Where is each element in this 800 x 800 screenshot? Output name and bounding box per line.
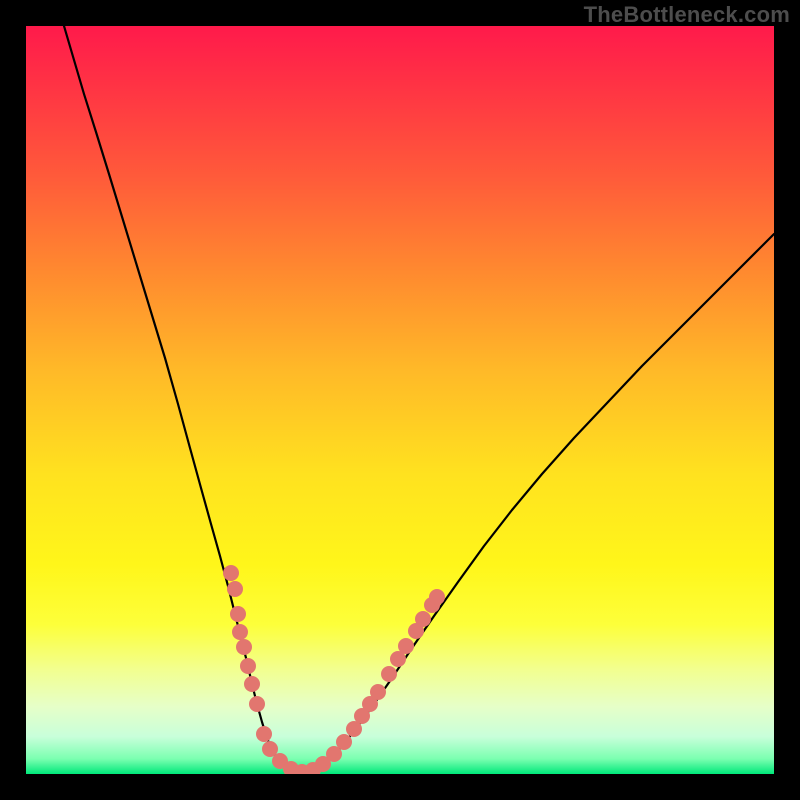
data-marker <box>381 666 397 682</box>
curve-left-branch <box>64 26 302 772</box>
data-marker <box>236 639 252 655</box>
data-marker <box>240 658 256 674</box>
data-marker <box>230 606 246 622</box>
data-marker <box>415 611 431 627</box>
chart-frame: TheBottleneck.com <box>0 0 800 800</box>
watermark-text: TheBottleneck.com <box>584 2 790 28</box>
data-marker <box>256 726 272 742</box>
data-marker <box>227 581 243 597</box>
data-marker <box>370 684 386 700</box>
data-marker <box>232 624 248 640</box>
plot-area <box>26 26 774 774</box>
data-marker <box>249 696 265 712</box>
data-marker <box>429 589 445 605</box>
data-marker <box>244 676 260 692</box>
curve-layer <box>26 26 774 774</box>
data-marker <box>398 638 414 654</box>
data-marker <box>336 734 352 750</box>
data-marker <box>223 565 239 581</box>
